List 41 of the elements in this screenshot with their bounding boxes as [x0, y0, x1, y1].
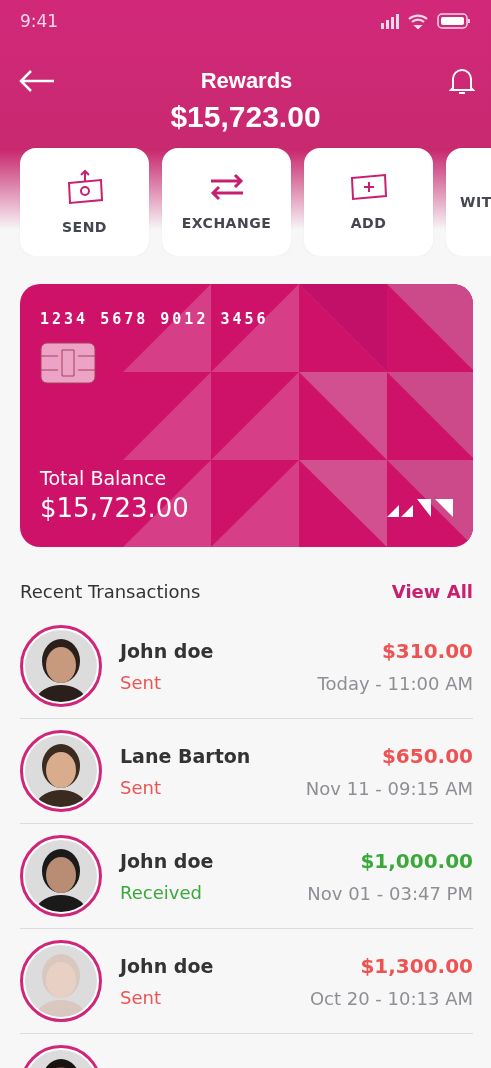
add-action-button[interactable]: ADD: [304, 148, 433, 256]
view-all-link[interactable]: View All: [391, 581, 473, 602]
card-number: 1234 5678 9012 3456: [40, 310, 269, 328]
transaction-row[interactable]: John doe Sent $310.00 Today - 11:00 AM: [20, 614, 473, 719]
status-time: 9:41: [20, 11, 59, 31]
battery-icon: [437, 13, 471, 29]
back-arrow-icon[interactable]: [18, 69, 56, 93]
money-add-icon: [349, 173, 388, 201]
transaction-date: Oct 20 - 10:13 AM: [309, 987, 473, 1009]
chip-icon: [40, 342, 96, 384]
transaction-row[interactable]: John doe Sent $1,300.00 Oct 20 - 10:13 AM: [20, 929, 473, 1034]
section-title: Recent Transactions: [20, 581, 201, 602]
transaction-date: Today - 11:00 AM: [317, 672, 473, 694]
transaction-status: Sent: [120, 776, 161, 798]
transaction-date: Nov 11 - 09:15 AM: [305, 777, 473, 799]
card-balance: $15,723.00: [40, 493, 189, 523]
exchange-action-button[interactable]: EXCHANGE: [162, 148, 291, 256]
transaction-row[interactable]: Lane Barton Sent $650.00 Nov 11 - 09:15 AM: [20, 719, 473, 824]
withdraw-action-button[interactable]: WIT: [446, 148, 491, 256]
contact-name: John doe: [120, 639, 214, 662]
wifi-icon: [407, 13, 429, 29]
transaction-date: Nov 01 - 03:47 PM: [307, 882, 473, 904]
signal-icon: [381, 13, 399, 29]
transaction-status: Sent: [120, 986, 161, 1008]
transaction-amount: $650.00: [381, 743, 473, 768]
send-action-button[interactable]: SEND: [20, 148, 149, 256]
contact-name: John doe: [120, 849, 214, 872]
transaction-status: Sent: [120, 671, 161, 693]
page-title: Rewards: [199, 68, 294, 94]
transaction-amount: $1,300.00: [360, 953, 473, 978]
contact-name: Lane Barton: [120, 744, 251, 767]
balance-label: Total Balance: [40, 467, 167, 489]
transaction-status: Received: [120, 881, 202, 903]
header-balance: $15,723.00: [169, 100, 322, 134]
card-logo-icon: [387, 499, 455, 517]
contact-name: John doe: [120, 954, 214, 977]
bell-icon[interactable]: [449, 66, 475, 96]
swap-arrows-icon: [208, 173, 245, 201]
transaction-amount: $1,000.00: [360, 848, 473, 873]
transaction-amount: $310.00: [381, 638, 473, 663]
transaction-row[interactable]: John doe Received $1,000.00 Nov 01 - 03:47 PM: [20, 824, 473, 929]
